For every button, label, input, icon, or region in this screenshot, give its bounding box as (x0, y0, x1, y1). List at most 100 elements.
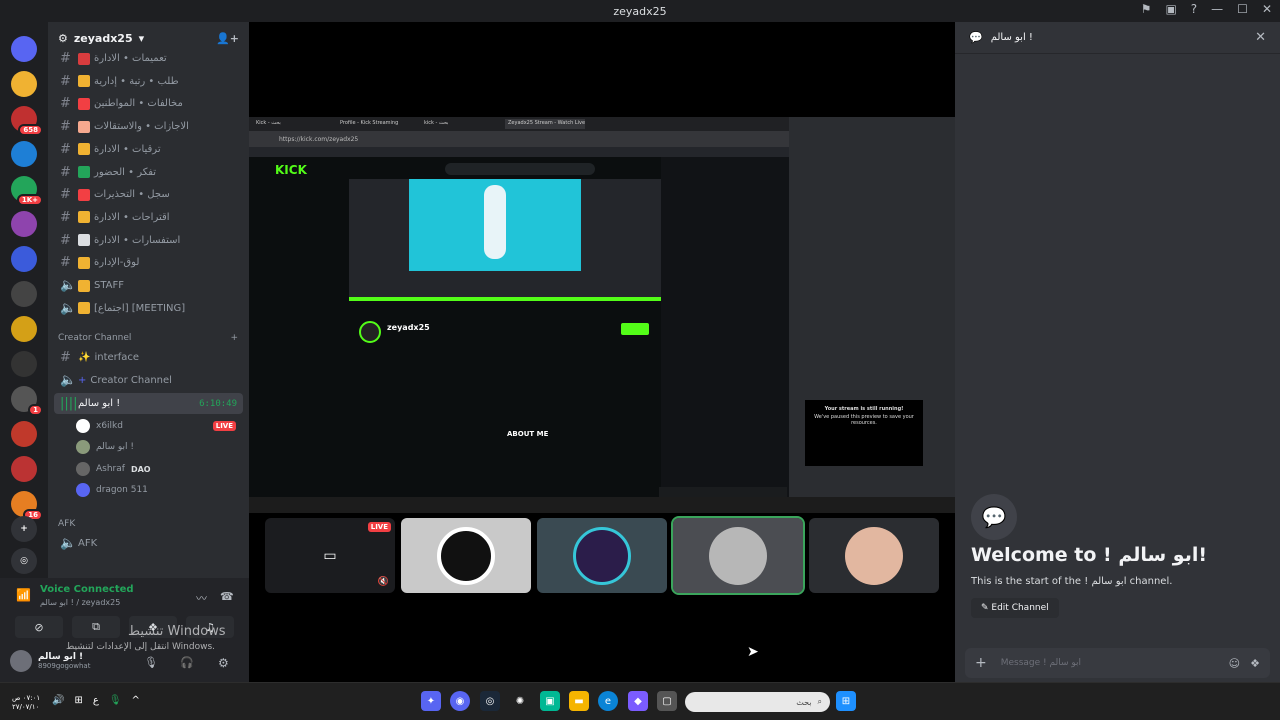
mic-icon[interactable]: 🎙 (144, 656, 158, 669)
server-icon[interactable] (11, 351, 37, 377)
clock-time: ٠٧:٠١ ص (12, 694, 41, 702)
explore-icon[interactable]: ◎ (11, 548, 37, 574)
voice-user[interactable]: Ashraf DAO (76, 459, 236, 479)
speaker-icon: 🔈 (60, 278, 77, 293)
channel-item[interactable]: # استفسارات • الادارة (54, 230, 243, 251)
close-button[interactable]: ✕ (1262, 2, 1272, 16)
server-icon[interactable] (11, 421, 37, 447)
participant-tile[interactable] (537, 518, 667, 593)
steam-icon[interactable]: ◎ (480, 691, 500, 711)
add-user-icon[interactable]: 👤+ (216, 32, 239, 45)
inbox-icon[interactable]: ⚑ (1141, 2, 1152, 16)
channel-item[interactable]: # الاجازات • والاستقالات (54, 116, 243, 137)
close-icon[interactable]: ✕ (1255, 30, 1266, 45)
server-icon[interactable]: 1K+ (11, 176, 43, 206)
channel-item[interactable]: # تعميمات • الادارة (54, 48, 243, 69)
participant-tile[interactable] (809, 518, 939, 593)
sparkle-icon: ✨ (78, 352, 91, 363)
server-icon[interactable] (11, 141, 37, 167)
screen-share-view[interactable]: Kick - بحث Profile - Kick Streaming kick -… (249, 117, 955, 513)
app-icon[interactable]: ✦ (421, 691, 441, 711)
add-server-icon[interactable]: + (11, 516, 37, 542)
category-creator-channel[interactable]: Creator Channel + (58, 333, 238, 343)
emoji-icon (78, 302, 90, 315)
gear-app-icon[interactable]: ✺ (510, 691, 530, 711)
browser-tab[interactable]: Profile - Kick Streaming (337, 119, 417, 129)
add-channel-icon[interactable]: + (230, 333, 238, 343)
search-icon: ⌕ (817, 697, 822, 706)
server-icon[interactable] (11, 211, 37, 237)
channel-item[interactable]: 🔈 [اجتماع] [MEETING] (54, 298, 243, 319)
disconnect-icon[interactable]: ☎ (220, 590, 234, 603)
server-icon[interactable] (11, 316, 37, 342)
minimize-button[interactable]: — (1211, 2, 1223, 16)
avatar (76, 462, 90, 476)
task-view-icon[interactable]: ▢ (657, 691, 677, 711)
user-settings-icon[interactable]: ⚙ (218, 656, 229, 670)
channel-label: اقتراحات • الادارة (94, 211, 170, 223)
channel-item[interactable]: # اقتراحات • الادارة (54, 207, 243, 228)
channel-afk[interactable]: 🔈 AFK (54, 533, 243, 554)
language-indicator[interactable]: ع (93, 695, 99, 706)
headphones-icon[interactable]: 🎧 (180, 656, 194, 669)
edge-icon[interactable]: e (598, 691, 618, 711)
stream-tile[interactable]: LIVE ▭ 🔇 (265, 518, 395, 593)
volume-icon[interactable]: 🔊 (52, 695, 64, 706)
message-input[interactable]: + Message ! ابو سالم ☺ ❖ (965, 648, 1270, 678)
server-icon[interactable] (11, 456, 37, 482)
channel-item[interactable]: # مخالفات • المواطنين (54, 93, 243, 114)
taskbar-search[interactable]: بحث ⌕ (685, 692, 830, 712)
channel-item[interactable]: # سجل • التحذيرات (54, 184, 243, 205)
server-icon[interactable] (11, 246, 37, 272)
maximize-button[interactable]: ☐ (1237, 2, 1248, 16)
browser-tab[interactable]: Zeyadx25 Stream - Watch Live on Kick (505, 119, 585, 129)
channel-item[interactable]: 🔈 STAFF (54, 275, 243, 296)
emoji-icon (78, 256, 90, 269)
copilot-icon[interactable]: ◆ (628, 691, 648, 711)
emoji-icon[interactable]: ☺ (1229, 657, 1240, 670)
channel-interface[interactable]: # ✨ interface (54, 347, 243, 368)
participant-tile[interactable] (401, 518, 531, 593)
chevron-up-icon[interactable]: ^ (132, 695, 140, 706)
window-icon[interactable]: ▣ (1165, 2, 1176, 16)
category-afk[interactable]: AFK (58, 519, 238, 529)
noise-suppression-icon[interactable]: 〰 (196, 590, 207, 606)
mic-tray-icon[interactable]: 🎙 (109, 695, 122, 706)
user-area[interactable]: ابو سالم ! 8909gogowhat (10, 650, 90, 672)
system-clock[interactable]: ٠٧:٠١ ص ٢٧/٠٧/١٠ (12, 694, 40, 712)
channel-item[interactable]: # طلب • رتبة • إدارية (54, 71, 243, 92)
channel-voice-active[interactable]: |||| ابو سالم ! 6:10:49 (54, 393, 243, 414)
server-icon[interactable]: 16 (11, 491, 43, 521)
emoji-icon (78, 279, 90, 292)
server-icon[interactable] (11, 281, 37, 307)
help-icon[interactable]: ? (1191, 2, 1197, 16)
camera-button[interactable]: ⊘ (15, 616, 63, 638)
notification-badge: 1K+ (16, 194, 43, 206)
server-icon[interactable] (11, 36, 37, 62)
voice-user[interactable]: ابو سالم ! (76, 437, 236, 457)
browser-tab[interactable]: kick - بحث (421, 119, 501, 129)
channel-item[interactable]: # ترقيات • الادارة (54, 139, 243, 160)
voice-user[interactable]: x6ilkd LIVE (76, 416, 236, 436)
add-attachment-icon[interactable]: + (975, 655, 987, 671)
file-explorer-icon[interactable]: ▬ (569, 691, 589, 711)
windows-start-icon[interactable]: ⊞ (836, 691, 856, 711)
server-icon[interactable]: 1 (11, 386, 43, 416)
browser-tab[interactable]: Kick - بحث (253, 119, 333, 129)
server-icon[interactable]: 658 (11, 106, 43, 136)
discord-icon[interactable]: ◉ (450, 691, 470, 711)
stream-paused-notice: Your stream is still running! We've paus… (805, 400, 923, 466)
participant-tile[interactable] (671, 516, 805, 595)
app-icon[interactable]: ▣ (540, 691, 560, 711)
channel-item[interactable]: # تفكر • الحضور (54, 162, 243, 183)
network-icon[interactable]: ⊞ (74, 695, 82, 706)
apps-icon[interactable]: ❖ (1250, 657, 1260, 670)
channel-item[interactable]: # لوق-الإدارة (54, 252, 243, 273)
voice-status[interactable]: Voice Connected (40, 584, 134, 595)
edit-channel-button[interactable]: ✎ Edit Channel (971, 598, 1059, 618)
voice-user[interactable]: dragon 511 (76, 480, 236, 500)
channel-label: تعميمات • الادارة (94, 53, 167, 64)
server-icon[interactable] (11, 71, 37, 97)
screen-share-button[interactable]: ⧉ (72, 616, 120, 638)
channel-creator[interactable]: 🔈 + Creator Channel (54, 370, 243, 391)
